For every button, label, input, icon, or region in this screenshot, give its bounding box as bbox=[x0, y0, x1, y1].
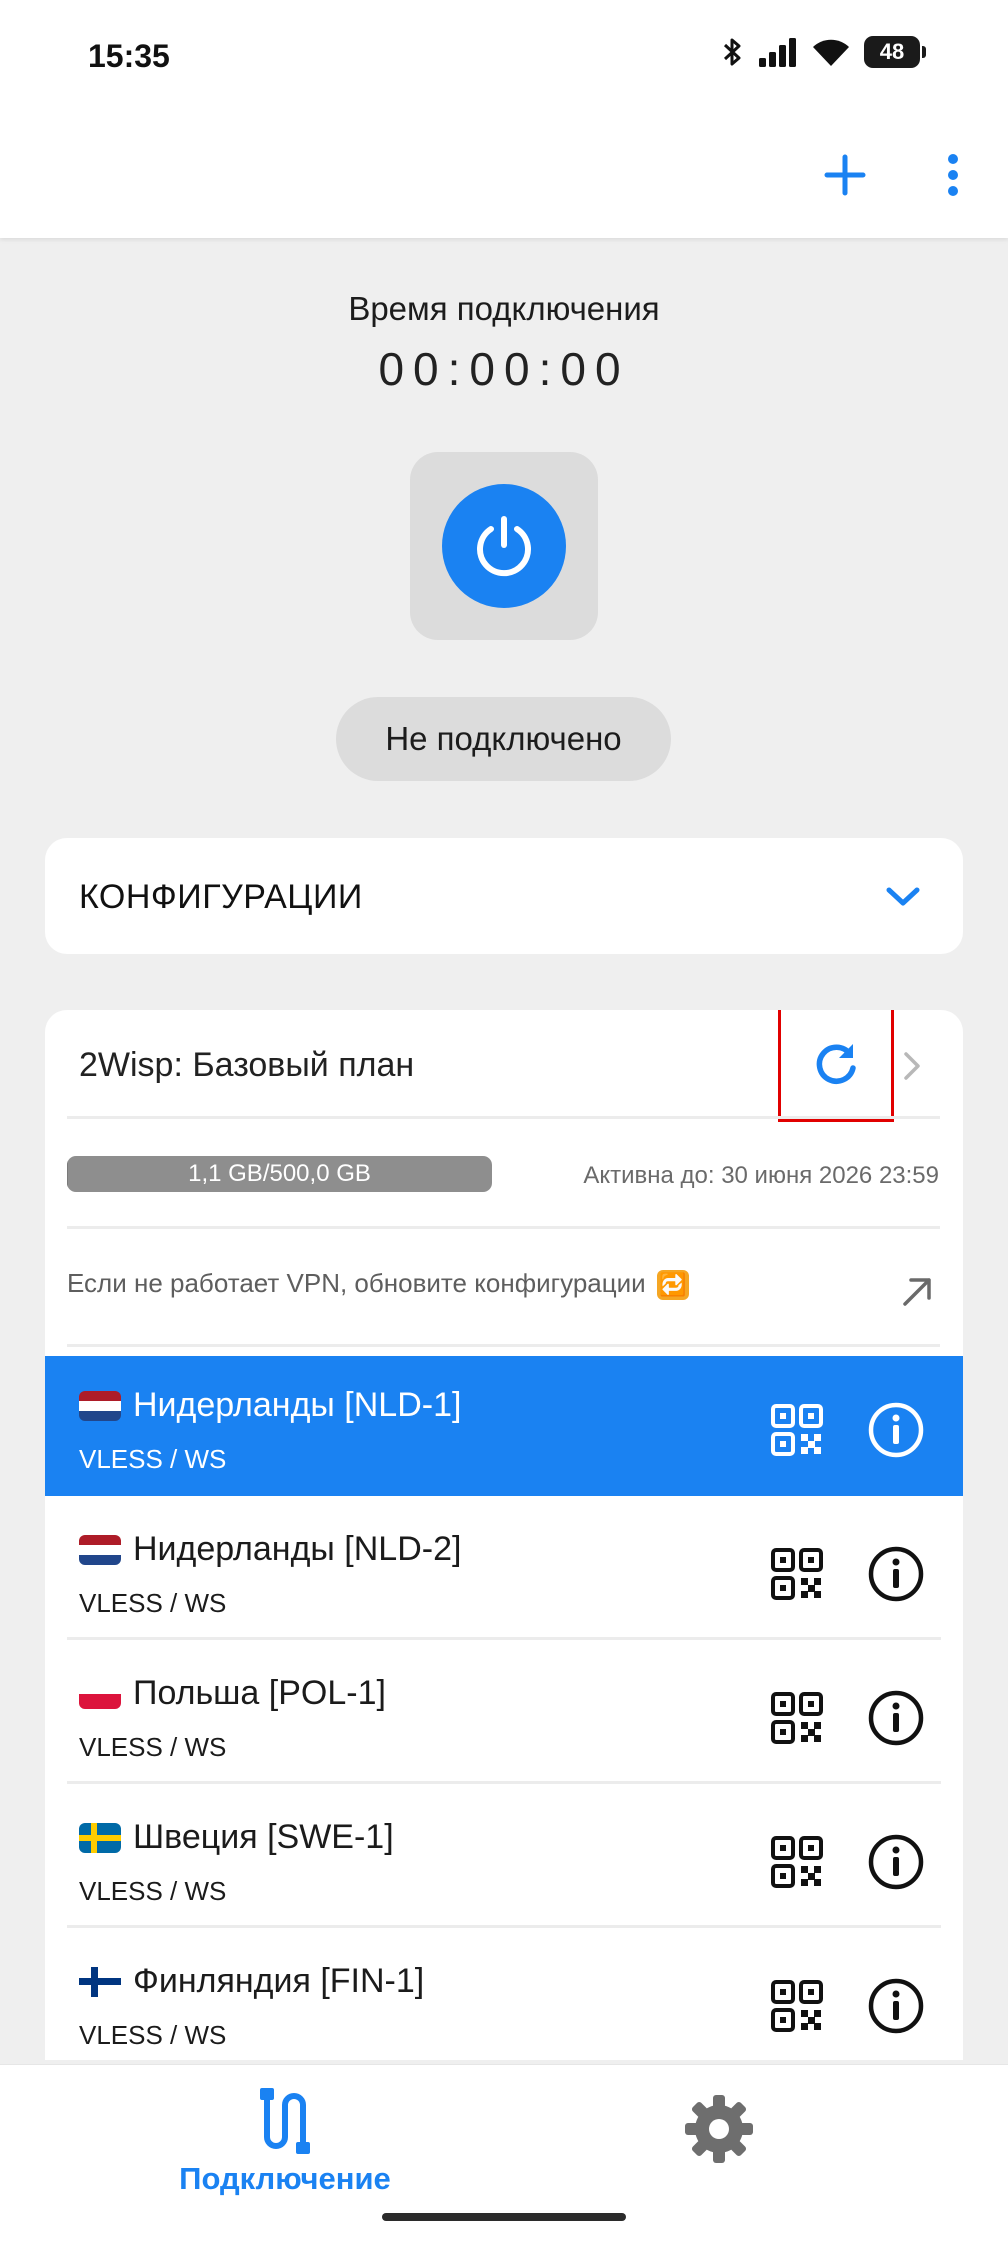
status-icons: 48 bbox=[722, 36, 926, 68]
power-button[interactable] bbox=[442, 484, 566, 608]
nav-tab-connection[interactable]: Подключение bbox=[150, 2085, 420, 2196]
power-icon bbox=[477, 516, 531, 577]
info-icon[interactable] bbox=[867, 1545, 925, 1603]
usage-text: 1,1 GB/500,0 GB bbox=[188, 1160, 371, 1187]
nav-tab-connection-label: Подключение bbox=[179, 2161, 391, 2196]
refresh-button[interactable] bbox=[778, 1010, 894, 1122]
server-name: Нидерланды [NLD-2] bbox=[79, 1530, 461, 1569]
bluetooth-icon bbox=[723, 38, 741, 66]
flag-nl-icon bbox=[79, 1390, 121, 1421]
server-row[interactable]: Швеция [SWE-1] VLESS / WS bbox=[45, 1788, 963, 1928]
server-name-text: Финляндия [FIN-1] bbox=[133, 1962, 425, 2000]
flag-fi-icon bbox=[79, 1966, 121, 1997]
server-row[interactable]: Нидерланды [NLD-1] VLESS / WS bbox=[45, 1356, 963, 1496]
qr-code-icon[interactable] bbox=[771, 1404, 823, 1456]
server-name: Швеция [SWE-1] bbox=[79, 1818, 394, 1857]
configurations-title: КОНФИГУРАЦИИ bbox=[79, 878, 363, 916]
divider bbox=[67, 1344, 940, 1347]
server-name-text: Польша [POL-1] bbox=[133, 1674, 386, 1712]
qr-code-icon[interactable] bbox=[771, 1548, 823, 1600]
battery-indicator: 48 bbox=[864, 36, 926, 68]
server-name: Финляндия [FIN-1] bbox=[79, 1962, 424, 2001]
server-name-text: Нидерланды [NLD-1] bbox=[133, 1386, 462, 1424]
info-icon[interactable] bbox=[867, 1401, 925, 1459]
connection-status-badge: Не подключено bbox=[336, 697, 671, 781]
server-protocol: VLESS / WS bbox=[79, 2020, 227, 2050]
nav-tab-settings-gear-icon[interactable] bbox=[683, 2093, 755, 2165]
server-protocol: VLESS / WS bbox=[79, 1732, 227, 1762]
vpn-hint[interactable]: Если не работает VPN, обновите конфигура… bbox=[67, 1268, 689, 1301]
bottom-navigation: Подключение bbox=[0, 2064, 1008, 2244]
server-name: Польша [POL-1] bbox=[79, 1674, 386, 1713]
server-protocol: VLESS / WS bbox=[79, 1444, 227, 1474]
connection-timer: 00:00:00 bbox=[378, 343, 630, 395]
subscription-card: 2Wisp: Базовый план 1,1 GB/500,0 GB Акти… bbox=[45, 1010, 963, 2060]
repeat-emoji-icon: 🔁 bbox=[656, 1270, 689, 1301]
server-row[interactable]: Польша [POL-1] VLESS / WS bbox=[45, 1644, 963, 1784]
info-icon[interactable] bbox=[867, 1977, 925, 2035]
divider bbox=[67, 1226, 940, 1229]
power-button-container[interactable] bbox=[410, 452, 598, 640]
status-time: 15:35 bbox=[88, 38, 170, 74]
connection-time-label: Время подключения bbox=[348, 290, 660, 327]
divider bbox=[67, 1781, 941, 1784]
server-name: Нидерланды [NLD-1] bbox=[79, 1386, 461, 1425]
arrow-up-right-icon[interactable] bbox=[897, 1272, 937, 1312]
qr-code-icon[interactable] bbox=[771, 1836, 823, 1888]
connection-cable-icon bbox=[260, 2088, 310, 2154]
server-name-text: Швеция [SWE-1] bbox=[133, 1818, 394, 1856]
chevron-down-icon[interactable] bbox=[883, 878, 923, 914]
configurations-dropdown[interactable]: КОНФИГУРАЦИИ bbox=[45, 838, 963, 954]
usage-progress-bar: 1,1 GB/500,0 GB bbox=[67, 1156, 492, 1192]
app-bar: 15:35 48 bbox=[0, 0, 1008, 238]
server-row[interactable]: Нидерланды [NLD-2] VLESS / WS bbox=[45, 1500, 963, 1640]
server-name-text: Нидерланды [NLD-2] bbox=[133, 1530, 462, 1568]
server-protocol: VLESS / WS bbox=[79, 1876, 227, 1906]
info-icon[interactable] bbox=[867, 1689, 925, 1747]
refresh-icon bbox=[816, 1044, 856, 1084]
wifi-icon bbox=[813, 39, 849, 66]
divider bbox=[67, 1925, 941, 1928]
active-until-text: Активна до: 30 июня 2026 23:59 bbox=[583, 1162, 939, 1189]
chevron-right-icon[interactable] bbox=[897, 1046, 927, 1086]
subscription-name: 2Wisp: Базовый план bbox=[79, 1046, 415, 1084]
signal-icon bbox=[759, 38, 796, 67]
divider bbox=[67, 1637, 941, 1640]
more-menu-button[interactable] bbox=[938, 150, 968, 200]
flag-nl-icon bbox=[79, 1534, 121, 1565]
server-protocol: VLESS / WS bbox=[79, 1588, 227, 1618]
add-config-button[interactable] bbox=[820, 150, 870, 200]
home-indicator bbox=[382, 2213, 626, 2221]
flag-pl-icon bbox=[79, 1678, 121, 1709]
divider bbox=[67, 1116, 940, 1119]
qr-code-icon[interactable] bbox=[771, 1980, 823, 2032]
vpn-hint-text: Если не работает VPN, обновите конфигура… bbox=[67, 1268, 646, 1298]
server-row[interactable]: Финляндия [FIN-1] VLESS / WS bbox=[45, 1932, 963, 2060]
info-icon[interactable] bbox=[867, 1833, 925, 1891]
qr-code-icon[interactable] bbox=[771, 1692, 823, 1744]
flag-se-icon bbox=[79, 1822, 121, 1853]
